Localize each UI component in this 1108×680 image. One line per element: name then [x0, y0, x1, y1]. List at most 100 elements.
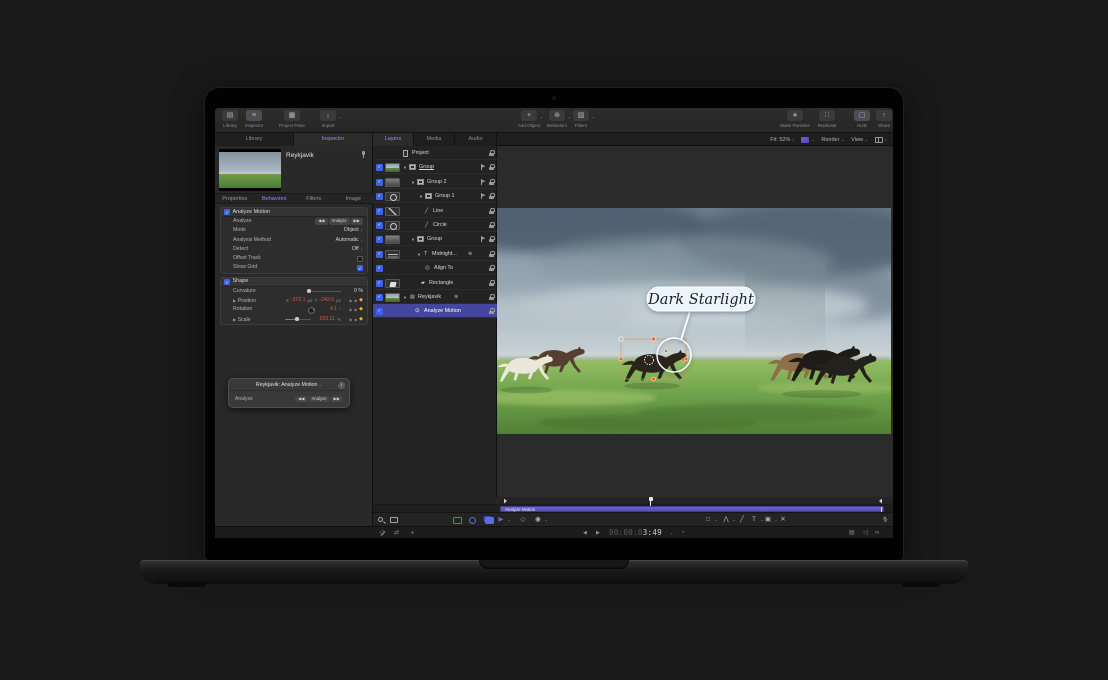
make-particles-button[interactable]: ∗ Make Particles [778, 110, 812, 128]
lock-icon[interactable] [489, 222, 494, 229]
loop-playback-icon[interactable]: ∞ [875, 527, 879, 538]
lock-icon[interactable] [489, 294, 494, 301]
position-y-value[interactable]: -243.6 [319, 296, 334, 305]
lock-icon[interactable] [489, 193, 494, 200]
disclosure-icon[interactable]: ▼ [411, 180, 415, 185]
layer-row-analyze-motion[interactable]: ⊙ Analyze Motion [373, 304, 497, 318]
next-keyframe-icon[interactable]: ◆ [354, 305, 357, 314]
tab-layers[interactable]: Layers [373, 133, 414, 146]
gear-icon[interactable]: ⊛ [465, 247, 472, 261]
next-keyframe-icon[interactable]: ◆ [354, 315, 357, 324]
disclosure-icon[interactable]: ▶ [233, 298, 236, 303]
layer-row-group-2[interactable]: ▼ Group 2 [373, 175, 497, 189]
tab-behaviors[interactable]: Behaviors [255, 194, 295, 203]
anchor-point-tool[interactable]: ◇ [517, 513, 529, 527]
in-point-marker[interactable] [504, 499, 507, 504]
analyze-forward-button[interactable]: ▶▶ [351, 218, 363, 225]
layout-menu[interactable]: ↕ [875, 137, 887, 143]
mini-timeline[interactable]: Analyze Motion [373, 497, 893, 512]
scale-value[interactable]: 183.11 [319, 315, 334, 324]
hud-analyze-button[interactable]: Analyze [309, 396, 330, 403]
info-icon[interactable]: i [338, 382, 345, 389]
analyze-reverse-button[interactable]: ◀◀ [315, 218, 327, 225]
detect-select[interactable]: Off↕ [352, 245, 363, 254]
hud-analyze-reverse-button[interactable]: ◀◀ [295, 396, 307, 403]
offset-track-checkbox[interactable] [357, 256, 363, 262]
disclosure-icon[interactable]: ▼ [419, 194, 423, 199]
hud-panel[interactable]: Reykjavik: Analyze Motion ⌄ i Analyze ◀◀… [228, 378, 350, 408]
layer-row-project[interactable]: Project [373, 146, 497, 160]
lock-icon[interactable] [489, 150, 494, 157]
behavior-track-bar[interactable]: Analyze Motion [500, 506, 884, 512]
tab-audio[interactable]: Audio [455, 133, 497, 146]
tab-inspector[interactable]: Inspector [294, 133, 373, 146]
rotation-dial[interactable] [308, 307, 315, 314]
tab-image[interactable]: Image [334, 194, 374, 203]
zoom-level-select[interactable]: Fit: 52% ↕ [770, 137, 794, 143]
record-icon[interactable]: ● [411, 527, 414, 538]
gear-icon[interactable]: ⊛ [451, 290, 458, 304]
show-layers-toggle[interactable] [453, 517, 462, 524]
inspector-button[interactable]: ≡ Inspector [237, 110, 271, 128]
lock-icon[interactable] [489, 236, 494, 243]
loop-icon[interactable]: ⇄ [394, 527, 399, 538]
layer-row-reykjavik[interactable]: ▼ ▤ Reykjavik ⊛ [373, 290, 497, 304]
layer-checkbox[interactable] [376, 193, 383, 200]
import-button[interactable]: ↓ ⌄ Import [311, 110, 345, 128]
chevron-down-icon[interactable]: ⌄ [507, 518, 510, 522]
timecode[interactable]: 00:00:03:49 [609, 527, 662, 538]
selection-handle[interactable] [652, 337, 656, 341]
share-button[interactable]: ↑ Share [867, 110, 893, 128]
keyframe-icon[interactable]: ◆ [359, 315, 363, 324]
layer-checkbox[interactable] [376, 251, 383, 258]
keyframe-icon[interactable]: ◆ [359, 305, 363, 314]
keyframe-icon[interactable]: ◆ [359, 296, 363, 305]
layer-checkbox[interactable] [376, 308, 383, 315]
show-timing-toggle[interactable] [469, 517, 476, 524]
layer-checkbox[interactable] [376, 164, 383, 171]
disclosure-icon[interactable]: ▼ [417, 252, 421, 257]
layer-row-group[interactable]: ▼ Group [373, 160, 497, 174]
layer-checkbox[interactable] [376, 294, 383, 301]
filmstrip-pane-icon[interactable] [390, 517, 398, 523]
line-tool[interactable]: ╱ [736, 513, 748, 527]
chevron-down-icon[interactable]: ⌄ [544, 518, 547, 522]
layer-row-group-b[interactable]: ▼ Group [373, 232, 497, 246]
layer-checkbox[interactable] [376, 265, 383, 272]
chevron-down-icon[interactable]: ⌄ [319, 383, 322, 387]
lock-icon[interactable] [489, 164, 494, 171]
skip-back-icon[interactable]: ◀ [583, 527, 587, 538]
disclosure-icon[interactable]: ▼ [403, 295, 407, 300]
clock-icon[interactable]: ◔ [681, 527, 685, 538]
curvature-slider[interactable] [307, 291, 341, 292]
section-checkbox[interactable] [224, 279, 230, 285]
prev-keyframe-icon[interactable]: ◆ [349, 315, 352, 324]
disclosure-icon[interactable]: ▼ [403, 165, 407, 170]
chevron-down-icon[interactable]: ⌄ [670, 531, 673, 535]
lock-icon[interactable] [489, 179, 494, 186]
mode-select[interactable]: Object↕ [344, 226, 363, 235]
lock-icon[interactable] [489, 308, 494, 315]
canvas-video[interactable]: Dark Starlight [497, 208, 891, 434]
search-icon[interactable] [378, 517, 383, 522]
layer-row-circle[interactable]: ╱ Circle [373, 218, 497, 232]
section-checkbox[interactable] [224, 209, 230, 215]
selection-handle[interactable] [652, 377, 656, 381]
crop-tool[interactable]: ✕ [777, 513, 789, 527]
flag-icon[interactable] [481, 164, 486, 170]
tab-media[interactable]: Media [414, 133, 455, 146]
hud-analyze-forward-button[interactable]: ▶▶ [331, 396, 343, 403]
analyze-button[interactable]: Analyze [329, 218, 350, 225]
view-menu[interactable]: View ⌄ [851, 137, 868, 143]
filters-button[interactable]: ▨ ⌄ Filters [564, 110, 598, 128]
play-icon[interactable]: ▶ [596, 527, 600, 538]
disclosure-icon[interactable]: ▼ [411, 237, 415, 242]
layer-checkbox[interactable] [376, 280, 383, 287]
tab-properties[interactable]: Properties [215, 194, 255, 203]
lock-icon[interactable] [489, 251, 494, 258]
prev-keyframe-icon[interactable]: ◆ [349, 296, 352, 305]
next-keyframe-icon[interactable]: ◆ [354, 296, 357, 305]
tab-library[interactable]: Library [215, 133, 294, 146]
layer-checkbox[interactable] [376, 236, 383, 243]
audio-icon[interactable]: ◁ [863, 527, 868, 538]
